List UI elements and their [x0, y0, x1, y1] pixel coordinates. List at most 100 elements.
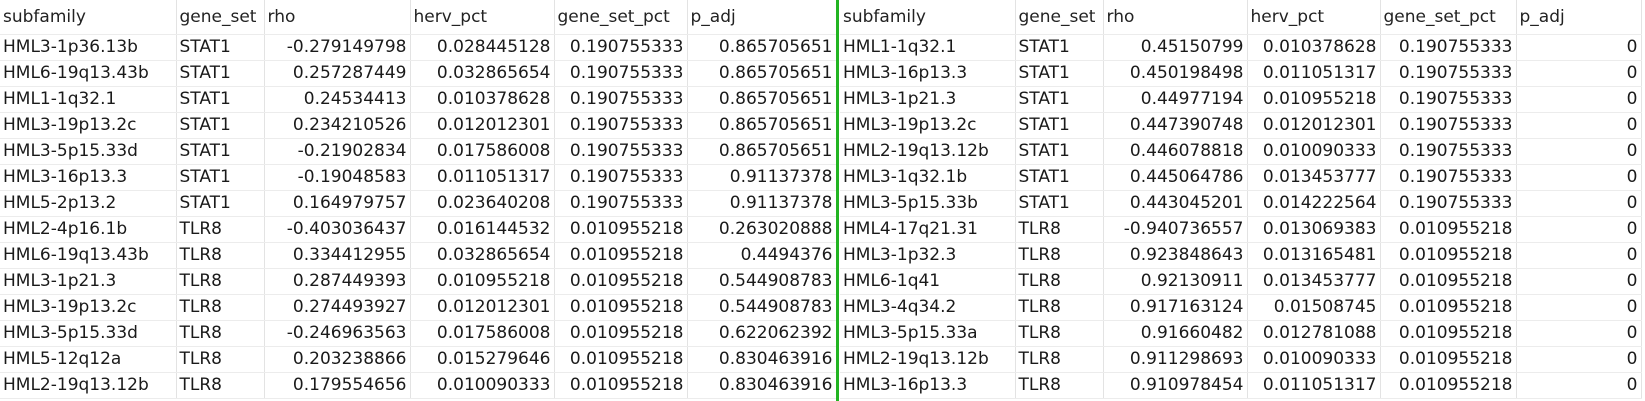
table-cell[interactable]: 0 — [1516, 34, 1642, 61]
table-cell[interactable]: 0.010955218 — [1380, 268, 1517, 295]
table-cell[interactable]: TLR8 — [1015, 346, 1104, 373]
table-cell[interactable]: 0.334412955 — [264, 242, 411, 269]
table-cell[interactable]: 0.017586008 — [410, 138, 555, 165]
table-cell[interactable]: STAT1 — [176, 190, 265, 217]
table-cell[interactable]: 0.012012301 — [410, 294, 555, 321]
table-cell[interactable]: HML3-16p13.3 — [840, 372, 1016, 399]
table-cell[interactable]: -0.403036437 — [264, 216, 411, 243]
table-cell[interactable]: HML3-1p21.3 — [840, 86, 1016, 113]
table-cell[interactable]: 0.45150799 — [1103, 34, 1248, 61]
table-cell[interactable]: STAT1 — [176, 112, 265, 139]
table-cell[interactable]: HML3-5p15.33b — [840, 190, 1016, 217]
column-header[interactable]: rho — [1103, 0, 1248, 35]
table-cell[interactable]: 0.014222564 — [1247, 190, 1381, 217]
table-cell[interactable]: 0.257287449 — [264, 60, 411, 87]
table-cell[interactable]: 0.190755333 — [1380, 60, 1517, 87]
table-cell[interactable]: -0.19048583 — [264, 164, 411, 191]
table-cell[interactable]: 0.190755333 — [1380, 138, 1517, 165]
column-header[interactable]: gene_set — [1015, 0, 1104, 35]
table-cell[interactable]: HML2-4p16.1b — [0, 216, 177, 243]
table-cell[interactable]: 0.544908783 — [687, 294, 837, 321]
table-cell[interactable]: TLR8 — [1015, 294, 1104, 321]
table-cell[interactable]: 0 — [1516, 190, 1642, 217]
table-cell[interactable]: STAT1 — [176, 164, 265, 191]
table-cell[interactable]: 0 — [1516, 164, 1642, 191]
table-cell[interactable]: 0 — [1516, 138, 1642, 165]
column-header[interactable]: p_adj — [1516, 0, 1642, 35]
table-cell[interactable]: HML3-19p13.2c — [0, 294, 177, 321]
table-cell[interactable]: 0.865705651 — [687, 34, 837, 61]
table-cell[interactable]: HML3-1p36.13b — [0, 34, 177, 61]
table-cell[interactable]: 0.010955218 — [554, 242, 688, 269]
table-cell[interactable]: 0.544908783 — [687, 268, 837, 295]
table-cell[interactable]: 0.446078818 — [1103, 138, 1248, 165]
table-cell[interactable]: 0 — [1516, 216, 1642, 243]
table-cell[interactable]: HML3-16p13.3 — [840, 60, 1016, 87]
table-cell[interactable]: 0.190755333 — [1380, 112, 1517, 139]
table-cell[interactable]: 0.190755333 — [554, 86, 688, 113]
table-cell[interactable]: STAT1 — [1015, 60, 1104, 87]
table-cell[interactable]: STAT1 — [176, 138, 265, 165]
table-cell[interactable]: 0.917163124 — [1103, 294, 1248, 321]
table-cell[interactable]: 0.190755333 — [554, 60, 688, 87]
column-header[interactable]: rho — [264, 0, 411, 35]
table-cell[interactable]: 0.010955218 — [1380, 216, 1517, 243]
table-cell[interactable]: HML2-19q13.12b — [840, 346, 1016, 373]
table-cell[interactable]: STAT1 — [1015, 190, 1104, 217]
table-cell[interactable]: 0 — [1516, 346, 1642, 373]
table-cell[interactable]: 0.032865654 — [410, 242, 555, 269]
table-cell[interactable]: 0.010378628 — [1247, 34, 1381, 61]
table-cell[interactable]: 0.010955218 — [1380, 372, 1517, 399]
table-cell[interactable]: 0.010090333 — [410, 372, 555, 399]
table-cell[interactable]: HML3-1p21.3 — [0, 268, 177, 295]
table-cell[interactable]: HML4-17q21.31 — [840, 216, 1016, 243]
table-cell[interactable]: 0.179554656 — [264, 372, 411, 399]
table-cell[interactable]: HML1-1q32.1 — [0, 86, 177, 113]
table-cell[interactable]: HML3-4q34.2 — [840, 294, 1016, 321]
table-cell[interactable]: HML1-1q32.1 — [840, 34, 1016, 61]
table-cell[interactable]: -0.940736557 — [1103, 216, 1248, 243]
table-cell[interactable]: 0.865705651 — [687, 138, 837, 165]
table-cell[interactable]: 0.010955218 — [1380, 242, 1517, 269]
table-cell[interactable]: 0.44977194 — [1103, 86, 1248, 113]
table-cell[interactable]: 0.010090333 — [1247, 138, 1381, 165]
table-cell[interactable]: STAT1 — [176, 60, 265, 87]
table-cell[interactable]: TLR8 — [1015, 216, 1104, 243]
table-cell[interactable]: HML6-1q41 — [840, 268, 1016, 295]
table-cell[interactable]: TLR8 — [176, 216, 265, 243]
table-cell[interactable]: 0.911298693 — [1103, 346, 1248, 373]
table-cell[interactable]: TLR8 — [1015, 372, 1104, 399]
table-cell[interactable]: 0.01508745 — [1247, 294, 1381, 321]
table-cell[interactable]: 0.010955218 — [1247, 86, 1381, 113]
table-cell[interactable]: 0.190755333 — [1380, 164, 1517, 191]
table-cell[interactable]: 0.028445128 — [410, 34, 555, 61]
table-cell[interactable]: 0.910978454 — [1103, 372, 1248, 399]
table-cell[interactable]: 0.010955218 — [1380, 346, 1517, 373]
table-cell[interactable]: 0.010955218 — [554, 346, 688, 373]
table-cell[interactable]: -0.279149798 — [264, 34, 411, 61]
table-cell[interactable]: 0.190755333 — [554, 112, 688, 139]
table-cell[interactable]: -0.246963563 — [264, 320, 411, 347]
table-cell[interactable]: HML2-19q13.12b — [0, 372, 177, 399]
table-cell[interactable]: HML3-19p13.2c — [0, 112, 177, 139]
table-cell[interactable]: HML3-16p13.3 — [0, 164, 177, 191]
column-header[interactable]: herv_pct — [1247, 0, 1381, 35]
table-cell[interactable]: TLR8 — [176, 242, 265, 269]
table-cell[interactable]: TLR8 — [176, 268, 265, 295]
column-header[interactable]: p_adj — [687, 0, 837, 35]
table-cell[interactable]: 0.016144532 — [410, 216, 555, 243]
table-cell[interactable]: 0.865705651 — [687, 112, 837, 139]
column-header[interactable]: subfamily — [840, 0, 1016, 35]
table-cell[interactable]: 0.830463916 — [687, 346, 837, 373]
table-cell[interactable]: 0 — [1516, 60, 1642, 87]
table-cell[interactable]: 0.263020888 — [687, 216, 837, 243]
table-cell[interactable]: HML5-2p13.2 — [0, 190, 177, 217]
table-cell[interactable]: HML5-12q12a — [0, 346, 177, 373]
table-cell[interactable]: 0.865705651 — [687, 86, 837, 113]
table-cell[interactable]: 0.013453777 — [1247, 268, 1381, 295]
table-cell[interactable]: HML6-19q13.43b — [0, 242, 177, 269]
table-cell[interactable]: 0 — [1516, 320, 1642, 347]
table-cell[interactable]: 0.010090333 — [1247, 346, 1381, 373]
table-cell[interactable]: 0.013165481 — [1247, 242, 1381, 269]
table-cell[interactable]: 0.190755333 — [1380, 34, 1517, 61]
